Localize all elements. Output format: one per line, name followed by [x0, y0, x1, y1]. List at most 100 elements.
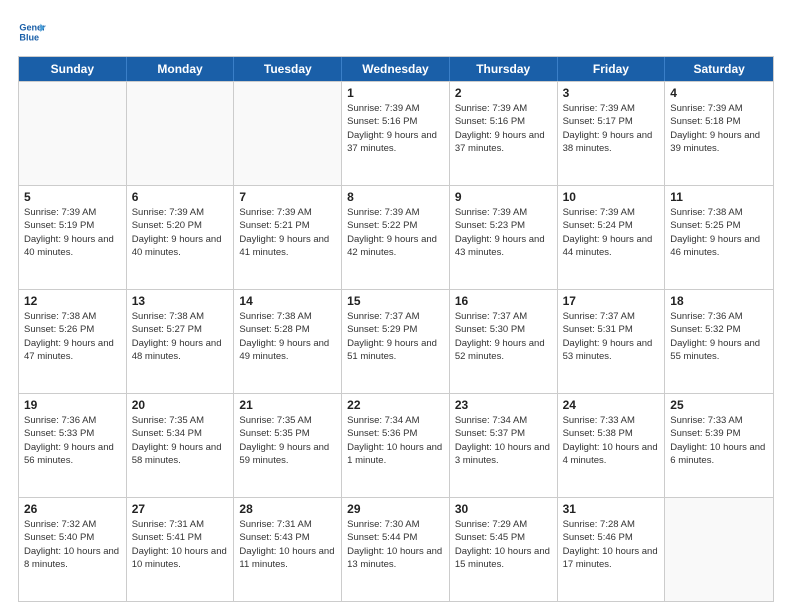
day-text: Sunrise: 7:31 AM Sunset: 5:41 PM Dayligh…	[132, 518, 229, 571]
header-day-saturday: Saturday	[665, 57, 773, 81]
day-number: 19	[24, 398, 121, 412]
day-text: Sunrise: 7:35 AM Sunset: 5:35 PM Dayligh…	[239, 414, 336, 467]
day-text: Sunrise: 7:39 AM Sunset: 5:16 PM Dayligh…	[455, 102, 552, 155]
logo-icon: General Blue	[18, 18, 46, 46]
day-text: Sunrise: 7:37 AM Sunset: 5:29 PM Dayligh…	[347, 310, 444, 363]
day-cell-29: 29Sunrise: 7:30 AM Sunset: 5:44 PM Dayli…	[342, 498, 450, 601]
day-text: Sunrise: 7:29 AM Sunset: 5:45 PM Dayligh…	[455, 518, 552, 571]
page: General Blue SundayMondayTuesdayWednesda…	[0, 0, 792, 612]
empty-cell	[665, 498, 773, 601]
day-cell-3: 3Sunrise: 7:39 AM Sunset: 5:17 PM Daylig…	[558, 82, 666, 185]
day-cell-30: 30 Sunrise: 7:29 AM Sunset: 5:45 PM Dayli…	[450, 498, 558, 601]
day-text: Sunrise: 7:38 AM Sunset: 5:27 PM Dayligh…	[132, 310, 229, 363]
day-text: Sunrise: 7:39 AM Sunset: 5:18 PM Dayligh…	[670, 102, 768, 155]
empty-cell	[127, 82, 235, 185]
day-number: 4	[670, 86, 768, 100]
calendar-body: 1 Sunrise: 7:39 AM Sunset: 5:16 PM Daylig…	[19, 81, 773, 601]
day-cell-22: 22 Sunrise: 7:34 AM Sunset: 5:36 PM Dayli…	[342, 394, 450, 497]
day-text: Sunrise: 7:39 AM Sunset: 5:20 PM Dayligh…	[132, 206, 229, 259]
day-number: 6	[132, 190, 229, 204]
day-number: 1	[347, 86, 444, 100]
day-cell-5: 5 Sunrise: 7:39 AM Sunset: 5:19 PM Daylig…	[19, 186, 127, 289]
week-row-1: 1 Sunrise: 7:39 AM Sunset: 5:16 PM Daylig…	[19, 81, 773, 185]
day-cell-17: 17Sunrise: 7:37 AM Sunset: 5:31 PM Dayli…	[558, 290, 666, 393]
day-text: Sunrise: 7:38 AM Sunset: 5:26 PM Dayligh…	[24, 310, 121, 363]
week-row-4: 19 Sunrise: 7:36 AM Sunset: 5:33 PM Dayli…	[19, 393, 773, 497]
svg-text:Blue: Blue	[19, 32, 39, 42]
day-number: 22	[347, 398, 444, 412]
day-text: Sunrise: 7:36 AM Sunset: 5:32 PM Dayligh…	[670, 310, 768, 363]
day-number: 25	[670, 398, 768, 412]
day-number: 21	[239, 398, 336, 412]
day-number: 2	[455, 86, 552, 100]
day-number: 14	[239, 294, 336, 308]
day-cell-10: 10Sunrise: 7:39 AM Sunset: 5:24 PM Dayli…	[558, 186, 666, 289]
day-number: 11	[670, 190, 768, 204]
day-number: 20	[132, 398, 229, 412]
day-text: Sunrise: 7:38 AM Sunset: 5:28 PM Dayligh…	[239, 310, 336, 363]
day-number: 23	[455, 398, 552, 412]
day-cell-7: 7 Sunrise: 7:39 AM Sunset: 5:21 PM Daylig…	[234, 186, 342, 289]
header-day-thursday: Thursday	[450, 57, 558, 81]
day-number: 5	[24, 190, 121, 204]
day-text: Sunrise: 7:39 AM Sunset: 5:23 PM Dayligh…	[455, 206, 552, 259]
day-number: 12	[24, 294, 121, 308]
week-row-2: 5 Sunrise: 7:39 AM Sunset: 5:19 PM Daylig…	[19, 185, 773, 289]
day-text: Sunrise: 7:34 AM Sunset: 5:37 PM Dayligh…	[455, 414, 552, 467]
day-cell-31: 31 Sunrise: 7:28 AM Sunset: 5:46 PM Dayli…	[558, 498, 666, 601]
day-text: Sunrise: 7:37 AM Sunset: 5:30 PM Dayligh…	[455, 310, 552, 363]
day-number: 30	[455, 502, 552, 516]
day-number: 7	[239, 190, 336, 204]
day-text: Sunrise: 7:39 AM Sunset: 5:22 PM Dayligh…	[347, 206, 444, 259]
day-cell-9: 9 Sunrise: 7:39 AM Sunset: 5:23 PM Daylig…	[450, 186, 558, 289]
day-cell-16: 16 Sunrise: 7:37 AM Sunset: 5:30 PM Dayli…	[450, 290, 558, 393]
day-text: Sunrise: 7:34 AM Sunset: 5:36 PM Dayligh…	[347, 414, 444, 467]
empty-cell	[19, 82, 127, 185]
day-cell-21: 21 Sunrise: 7:35 AM Sunset: 5:35 PM Dayli…	[234, 394, 342, 497]
day-text: Sunrise: 7:35 AM Sunset: 5:34 PM Dayligh…	[132, 414, 229, 467]
calendar-header: SundayMondayTuesdayWednesdayThursdayFrid…	[19, 57, 773, 81]
day-number: 27	[132, 502, 229, 516]
day-text: Sunrise: 7:32 AM Sunset: 5:40 PM Dayligh…	[24, 518, 121, 571]
day-cell-28: 28Sunrise: 7:31 AM Sunset: 5:43 PM Dayli…	[234, 498, 342, 601]
day-cell-24: 24 Sunrise: 7:33 AM Sunset: 5:38 PM Dayli…	[558, 394, 666, 497]
header: General Blue	[18, 18, 774, 46]
header-day-sunday: Sunday	[19, 57, 127, 81]
day-cell-2: 2 Sunrise: 7:39 AM Sunset: 5:16 PM Daylig…	[450, 82, 558, 185]
day-text: Sunrise: 7:33 AM Sunset: 5:38 PM Dayligh…	[563, 414, 660, 467]
day-text: Sunrise: 7:31 AM Sunset: 5:43 PM Dayligh…	[239, 518, 336, 571]
empty-cell	[234, 82, 342, 185]
day-cell-13: 13 Sunrise: 7:38 AM Sunset: 5:27 PM Dayli…	[127, 290, 235, 393]
day-text: Sunrise: 7:36 AM Sunset: 5:33 PM Dayligh…	[24, 414, 121, 467]
day-number: 26	[24, 502, 121, 516]
day-number: 29	[347, 502, 444, 516]
header-day-monday: Monday	[127, 57, 235, 81]
week-row-3: 12 Sunrise: 7:38 AM Sunset: 5:26 PM Dayli…	[19, 289, 773, 393]
day-text: Sunrise: 7:39 AM Sunset: 5:17 PM Dayligh…	[563, 102, 660, 155]
day-text: Sunrise: 7:39 AM Sunset: 5:16 PM Dayligh…	[347, 102, 444, 155]
day-cell-12: 12 Sunrise: 7:38 AM Sunset: 5:26 PM Dayli…	[19, 290, 127, 393]
week-row-5: 26 Sunrise: 7:32 AM Sunset: 5:40 PM Dayli…	[19, 497, 773, 601]
day-cell-6: 6 Sunrise: 7:39 AM Sunset: 5:20 PM Daylig…	[127, 186, 235, 289]
day-number: 31	[563, 502, 660, 516]
day-cell-26: 26 Sunrise: 7:32 AM Sunset: 5:40 PM Dayli…	[19, 498, 127, 601]
day-cell-11: 11Sunrise: 7:38 AM Sunset: 5:25 PM Dayli…	[665, 186, 773, 289]
header-day-friday: Friday	[558, 57, 666, 81]
day-number: 8	[347, 190, 444, 204]
day-cell-25: 25Sunrise: 7:33 AM Sunset: 5:39 PM Dayli…	[665, 394, 773, 497]
day-number: 16	[455, 294, 552, 308]
day-cell-4: 4 Sunrise: 7:39 AM Sunset: 5:18 PM Daylig…	[665, 82, 773, 185]
day-number: 13	[132, 294, 229, 308]
day-number: 24	[563, 398, 660, 412]
day-text: Sunrise: 7:39 AM Sunset: 5:21 PM Dayligh…	[239, 206, 336, 259]
calendar: SundayMondayTuesdayWednesdayThursdayFrid…	[18, 56, 774, 602]
header-day-tuesday: Tuesday	[234, 57, 342, 81]
logo: General Blue	[18, 18, 50, 46]
day-cell-19: 19 Sunrise: 7:36 AM Sunset: 5:33 PM Dayli…	[19, 394, 127, 497]
day-number: 9	[455, 190, 552, 204]
day-text: Sunrise: 7:39 AM Sunset: 5:19 PM Dayligh…	[24, 206, 121, 259]
day-text: Sunrise: 7:28 AM Sunset: 5:46 PM Dayligh…	[563, 518, 660, 571]
day-cell-15: 15Sunrise: 7:37 AM Sunset: 5:29 PM Dayli…	[342, 290, 450, 393]
header-day-wednesday: Wednesday	[342, 57, 450, 81]
day-cell-14: 14 Sunrise: 7:38 AM Sunset: 5:28 PM Dayli…	[234, 290, 342, 393]
